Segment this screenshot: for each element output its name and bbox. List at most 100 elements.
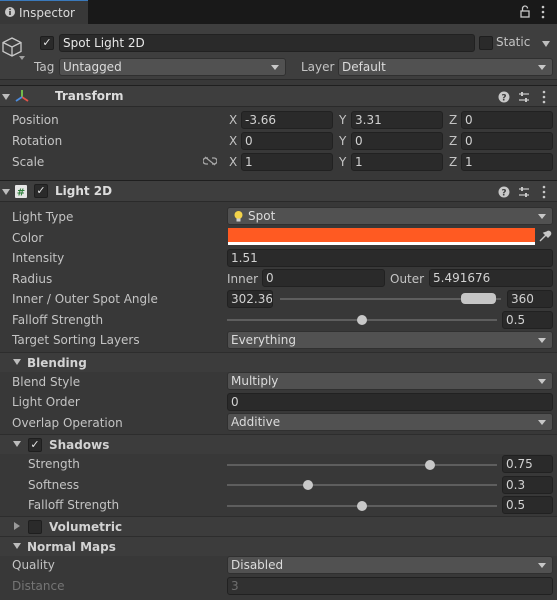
light2d-script-icon: # — [15, 185, 27, 199]
layer-dropdown[interactable]: Default — [338, 58, 553, 76]
rotation-z-axis[interactable]: Z — [449, 134, 457, 148]
position-x-axis[interactable]: X — [229, 113, 237, 127]
component-menu-icon[interactable] — [541, 90, 547, 104]
light2d-foldout-arrow[interactable] — [2, 189, 10, 195]
icon-dropdown-arrow[interactable] — [19, 56, 25, 60]
quality-label[interactable]: Quality — [12, 558, 55, 572]
rotation-label[interactable]: Rotation — [12, 134, 62, 148]
blend-style-dropdown[interactable]: Multiply — [227, 372, 553, 390]
volumetric-foldout-arrow[interactable] — [14, 522, 20, 530]
shadows-enabled-checkbox[interactable]: ✓ — [28, 438, 42, 452]
scale-y-field[interactable]: 1 — [351, 153, 443, 171]
position-y-axis[interactable]: Y — [339, 113, 346, 127]
shadow-strength-knob[interactable] — [424, 460, 435, 470]
volumetric-section-header[interactable]: Volumetric — [0, 516, 557, 536]
blend-style-label[interactable]: Blend Style — [12, 375, 80, 389]
intensity-label[interactable]: Intensity — [12, 251, 64, 265]
active-checkbox[interactable]: ✓ — [40, 36, 54, 50]
static-label: Static — [496, 35, 531, 49]
radius-outer-field[interactable]: 5.491676 — [429, 269, 553, 287]
gameobject-name-input[interactable]: Spot Light 2D — [59, 34, 475, 52]
falloff-field[interactable]: 0.5 — [502, 311, 553, 329]
shadows-title: Shadows — [49, 438, 110, 452]
color-label[interactable]: Color — [12, 231, 43, 245]
spot-angle-range-handle[interactable] — [460, 293, 496, 304]
rotation-y-axis[interactable]: Y — [339, 134, 346, 148]
tab-label: Inspector — [19, 6, 75, 20]
transform-header[interactable]: Transform ? — [0, 85, 557, 107]
spot-angle-inner-field[interactable]: 302.36 — [227, 290, 273, 308]
shadow-falloff-knob[interactable] — [357, 501, 367, 511]
shadow-strength-field[interactable]: 0.75 — [502, 455, 553, 473]
shadow-softness-track[interactable] — [227, 484, 497, 486]
light-order-label[interactable]: Light Order — [12, 395, 80, 409]
scale-z-field[interactable]: 1 — [461, 153, 553, 171]
eyedropper-icon[interactable] — [538, 229, 552, 243]
shadow-softness-label[interactable]: Softness — [28, 478, 79, 492]
shadow-strength-track[interactable] — [227, 464, 497, 466]
position-x-field[interactable]: -3.66 — [241, 111, 333, 129]
shadow-falloff-field[interactable]: 0.5 — [502, 496, 553, 514]
rotation-x-field[interactable]: 0 — [241, 132, 333, 150]
rotation-z-field[interactable]: 0 — [461, 132, 553, 150]
shadow-falloff-label[interactable]: Falloff Strength — [28, 498, 119, 512]
help-icon[interactable]: ? — [498, 186, 510, 198]
rotation-x-axis[interactable]: X — [229, 134, 237, 148]
light-type-dropdown[interactable]: Spot — [227, 207, 553, 225]
light-type-label[interactable]: Light Type — [12, 210, 73, 224]
shadow-strength-label[interactable]: Strength — [28, 457, 80, 471]
falloff-slider-knob[interactable] — [357, 315, 367, 325]
normal-maps-foldout-arrow[interactable] — [13, 543, 21, 549]
position-z-field[interactable]: 0 — [461, 111, 553, 129]
static-checkbox[interactable] — [479, 36, 493, 50]
distance-field: 3 — [227, 577, 553, 595]
radius-inner-label[interactable]: Inner — [227, 272, 258, 286]
quality-dropdown[interactable]: Disabled — [227, 556, 553, 574]
scale-z-axis[interactable]: Z — [449, 155, 457, 169]
scale-x-axis[interactable]: X — [229, 155, 237, 169]
light2d-header[interactable]: # ✓ Light 2D ? — [0, 180, 557, 202]
component-menu-icon[interactable] — [541, 185, 547, 199]
color-swatch[interactable] — [228, 228, 535, 245]
radius-outer-label[interactable]: Outer — [390, 272, 424, 286]
shadows-foldout-arrow[interactable] — [13, 441, 21, 447]
spot-angle-outer-field[interactable]: 360 — [507, 290, 553, 308]
presets-icon[interactable] — [518, 91, 530, 103]
tab-inspector[interactable]: Inspector — [0, 0, 88, 24]
radius-label[interactable]: Radius — [12, 272, 52, 286]
position-label[interactable]: Position — [12, 113, 59, 127]
shadow-softness-field[interactable]: 0.3 — [502, 476, 553, 494]
presets-icon[interactable] — [518, 186, 530, 198]
help-icon[interactable]: ? — [498, 91, 510, 103]
sorting-layers-label[interactable]: Target Sorting Layers — [12, 333, 140, 347]
blending-section-header[interactable]: Blending — [0, 352, 557, 372]
light-order-field[interactable]: 0 — [227, 393, 553, 411]
lock-icon[interactable] — [519, 5, 531, 18]
transform-foldout-arrow[interactable] — [2, 94, 10, 100]
overlap-dropdown[interactable]: Additive — [227, 413, 553, 431]
position-z-axis[interactable]: Z — [449, 113, 457, 127]
intensity-field[interactable]: 1.51 — [227, 249, 553, 267]
light2d-enabled-checkbox[interactable]: ✓ — [34, 184, 48, 198]
scale-label[interactable]: Scale — [12, 155, 44, 169]
falloff-label[interactable]: Falloff Strength — [12, 313, 103, 327]
radius-inner-field[interactable]: 0 — [262, 269, 385, 287]
tag-dropdown[interactable]: Untagged — [59, 58, 286, 76]
volumetric-enabled-checkbox[interactable] — [28, 520, 42, 534]
scale-y-axis[interactable]: Y — [339, 155, 346, 169]
shadow-softness-knob[interactable] — [303, 480, 313, 490]
static-dropdown-arrow[interactable] — [542, 41, 550, 47]
scale-link-icon[interactable] — [203, 156, 217, 166]
spot-angle-label[interactable]: Inner / Outer Spot Angle — [12, 292, 158, 306]
sorting-layers-dropdown[interactable]: Everything — [227, 331, 553, 349]
overlap-label[interactable]: Overlap Operation — [12, 416, 123, 430]
rotation-y-field[interactable]: 0 — [351, 132, 443, 150]
shadows-section-header[interactable]: ✓ Shadows — [0, 434, 557, 454]
position-y-field[interactable]: 3.31 — [351, 111, 443, 129]
scale-x-field[interactable]: 1 — [241, 153, 333, 171]
normal-maps-section-header[interactable]: Normal Maps — [0, 536, 557, 556]
tag-label: Tag — [34, 60, 55, 74]
kebab-menu-icon[interactable] — [540, 5, 546, 19]
distance-label: Distance — [12, 579, 65, 593]
blending-foldout-arrow[interactable] — [13, 359, 21, 365]
